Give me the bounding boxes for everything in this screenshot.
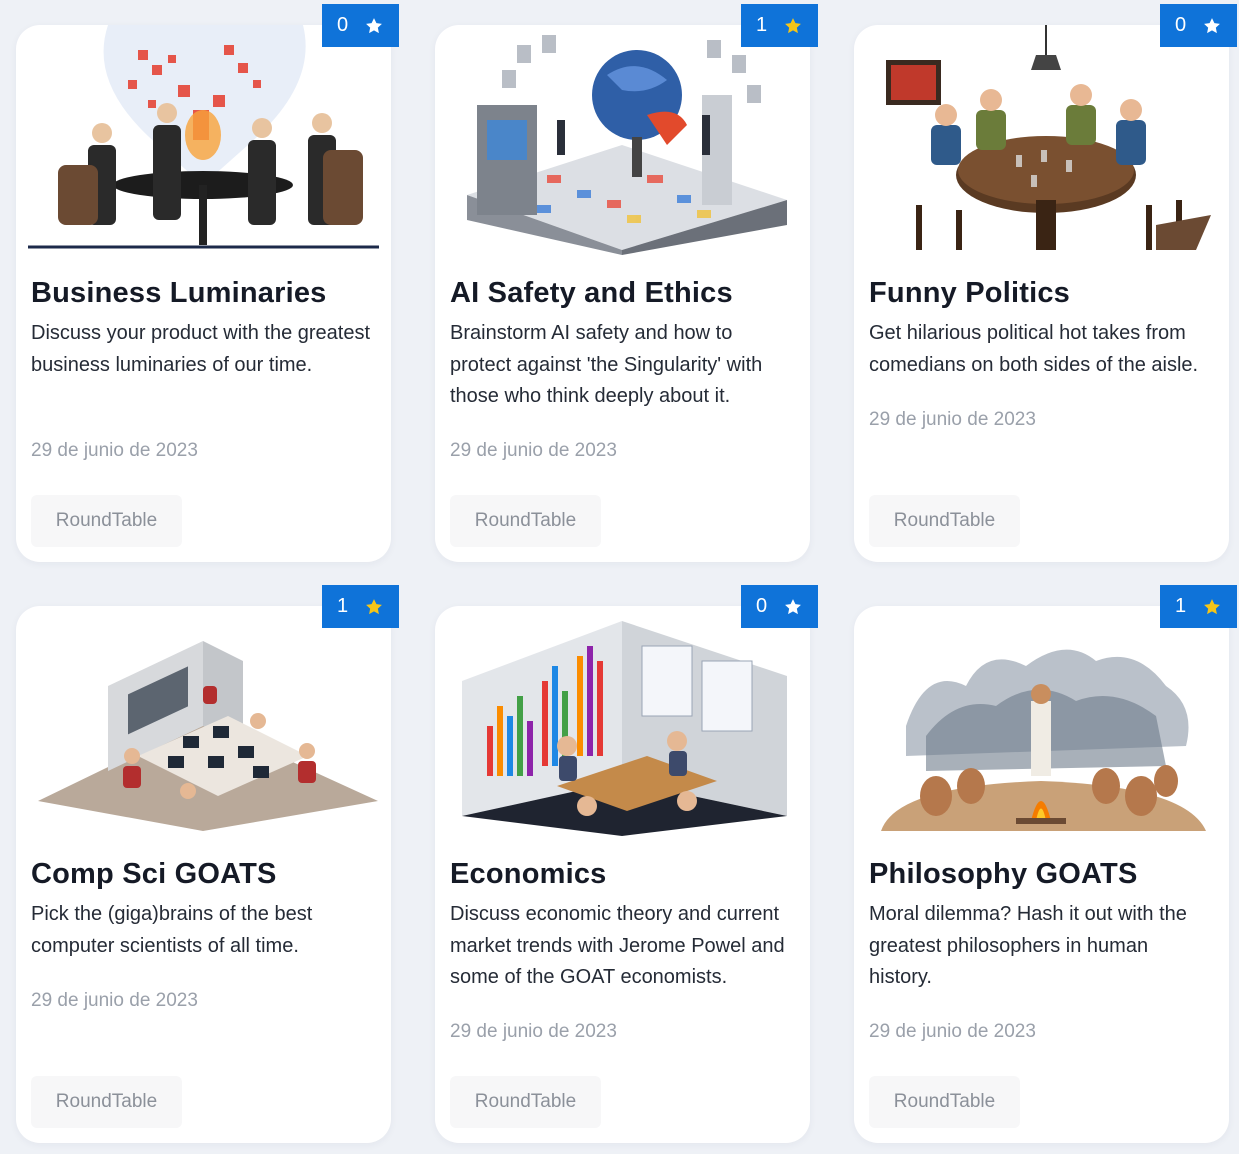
card-description: Get hilarious political hot takes from c… <box>869 322 1199 376</box>
star-icon <box>785 598 801 614</box>
star-icon <box>366 598 382 614</box>
star-count-badge[interactable]: 1 <box>1160 585 1237 628</box>
card-description: Pick the (giga)brains of the best comput… <box>31 903 313 957</box>
card-description: Brainstorm AI safety and how to protect … <box>450 322 763 407</box>
star-count: 1 <box>755 14 768 36</box>
pub-table-illustration <box>866 25 1217 255</box>
card-date: 29 de junio de 2023 <box>450 440 617 461</box>
card-date: 29 de junio de 2023 <box>869 1021 1036 1042</box>
star-icon <box>366 17 382 33</box>
star-icon <box>1204 17 1220 33</box>
card-funny-politics[interactable]: 0 Funny Politics Get hilarious political… <box>854 4 1237 562</box>
star-count-badge[interactable]: 0 <box>1160 4 1237 47</box>
economics-room-illustration <box>447 606 798 836</box>
roundtable-tag[interactable]: RoundTable <box>450 1076 601 1128</box>
business-meeting-illustration <box>28 25 379 255</box>
star-count: 1 <box>336 595 349 617</box>
card-date: 29 de junio de 2023 <box>31 990 198 1011</box>
card-description: Moral dilemma? Hash it out with the grea… <box>869 903 1187 988</box>
campfire-philosophers-illustration <box>866 606 1217 836</box>
card-title: Business Luminaries <box>31 277 327 309</box>
roundtable-tag[interactable]: RoundTable <box>31 1076 182 1128</box>
star-count-badge[interactable]: 1 <box>741 4 818 47</box>
computer-lab-illustration <box>28 606 379 836</box>
card-economics[interactable]: 0 Economics Discuss economic theory and … <box>435 585 818 1143</box>
card-description: Discuss economic theory and current mark… <box>450 903 785 988</box>
star-count: 0 <box>336 14 349 36</box>
card-title: AI Safety and Ethics <box>450 277 733 309</box>
card-title: Comp Sci GOATS <box>31 858 277 890</box>
card-date: 29 de junio de 2023 <box>869 409 1036 430</box>
card-description: Discuss your product with the greatest b… <box>31 322 371 376</box>
card-philosophy-goats[interactable]: 1 Philosophy GOATS Moral dilemma? Hash i… <box>854 585 1237 1143</box>
card-title: Economics <box>450 858 607 890</box>
star-count-badge[interactable]: 1 <box>322 585 399 628</box>
roundtable-tag[interactable]: RoundTable <box>450 495 601 547</box>
card-comp-sci-goats[interactable]: 1 Comp Sci GOATS Pick the (giga)brains o… <box>16 585 399 1143</box>
roundtable-tag[interactable]: RoundTable <box>869 1076 1020 1128</box>
roundtable-tag[interactable]: RoundTable <box>869 495 1020 547</box>
star-count: 0 <box>755 595 768 617</box>
star-count-badge[interactable]: 0 <box>322 4 399 47</box>
card-title: Philosophy GOATS <box>869 858 1138 890</box>
roundtable-tag[interactable]: RoundTable <box>31 495 182 547</box>
card-ai-safety-and-ethics[interactable]: 1 AI Safety and Ethics Brainstorm AI saf… <box>435 4 818 562</box>
card-title: Funny Politics <box>869 277 1070 309</box>
star-count: 0 <box>1174 14 1187 36</box>
star-icon <box>1204 598 1220 614</box>
star-count-badge[interactable]: 0 <box>741 585 818 628</box>
card-date: 29 de junio de 2023 <box>450 1021 617 1042</box>
card-date: 29 de junio de 2023 <box>31 440 198 461</box>
star-icon <box>785 17 801 33</box>
star-count: 1 <box>1174 595 1187 617</box>
ai-globe-lab-illustration <box>447 25 798 255</box>
card-business-luminaries[interactable]: 0 Business Luminaries Discuss your produ… <box>16 4 399 562</box>
card-grid: 0 Business Luminaries Discuss your produ… <box>0 0 1239 1154</box>
